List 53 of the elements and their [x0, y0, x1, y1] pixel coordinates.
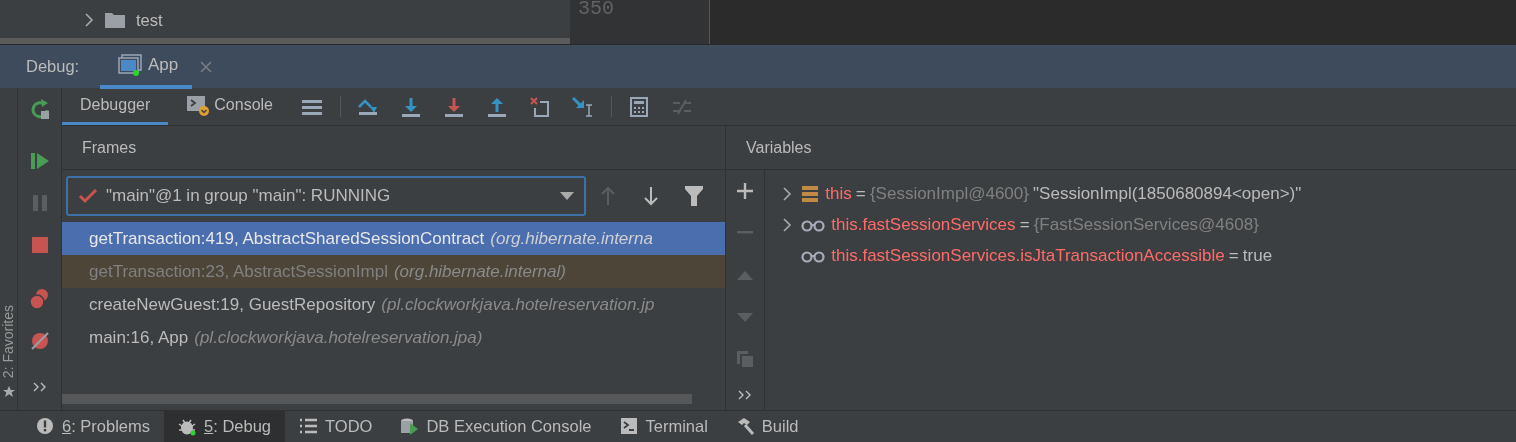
variables-title: Variables: [746, 137, 812, 158]
scrollbar[interactable]: [62, 394, 692, 404]
frame-method: createNewGuest:19, GuestRepository: [89, 293, 376, 316]
tool-window-tab[interactable]: 6: Problems: [22, 411, 165, 442]
variable-type: {FastSessionServices@4608}: [1033, 214, 1259, 236]
frame-row[interactable]: getTransaction:419, AbstractSharedSessionContract (org.hibernate.interna: [62, 222, 725, 255]
frame-package: (org.hibernate.interna: [490, 227, 653, 250]
thread-dropdown[interactable]: "main"@1 in group "main": RUNNING: [66, 176, 586, 216]
tool-window-tab[interactable]: 5: Debug: [164, 411, 286, 442]
frame-package: (pl.clockworkjava.hotelreservation.jpa): [194, 326, 483, 349]
tool-window-tab[interactable]: Terminal: [605, 411, 722, 442]
tool-window-tab[interactable]: DB Execution Console: [386, 411, 606, 442]
close-icon[interactable]: [200, 60, 213, 73]
frame-method: main:16, App: [89, 326, 189, 349]
variable-name: this: [825, 183, 852, 205]
tool-window-tab[interactable]: TODO: [285, 411, 387, 442]
check-icon: [78, 188, 98, 204]
frame-package: (org.hibernate.internal): [393, 260, 566, 283]
frame-package: (pl.clockworkjava.hotelreservation.jp: [381, 293, 655, 316]
debug-label: Debug:: [25, 56, 81, 78]
variable-value: "SessionImpl(1850680894<open>)": [1033, 183, 1302, 205]
frame-row[interactable]: main:16, App (pl.clockworkjava.hotelreservation.jpa): [62, 321, 725, 354]
window-icon: [118, 53, 142, 76]
frame-row[interactable]: createNewGuest:19, GuestRepository (pl.clockworkjava.hotelreservation.jp: [62, 288, 725, 321]
tree-item-label[interactable]: test: [136, 7, 163, 33]
variable-value: true: [1242, 245, 1273, 267]
equals-sign: =: [855, 183, 866, 205]
equals-sign: =: [1228, 245, 1239, 267]
warning-icon: [36, 416, 56, 437]
chevron-icon[interactable]: [782, 216, 793, 233]
chevron-icon[interactable]: [782, 185, 793, 202]
variable-name: this.fastSessionServices.isJtaTransactionAccessible: [831, 245, 1225, 267]
frame-method: getTransaction:23, AbstractSessionImpl: [89, 260, 388, 283]
terminal-icon: [619, 416, 640, 437]
debugger-tab[interactable]: Debugger: [62, 88, 169, 125]
variable-name: this.fastSessionServices: [831, 214, 1016, 236]
resume-icon[interactable]: [29, 151, 50, 171]
caret-icon: [560, 192, 574, 200]
chevron-icon[interactable]: [84, 12, 94, 28]
frame-method: getTransaction:419, AbstractSharedSessionContract: [89, 227, 485, 250]
console-tab[interactable]: Console: [168, 88, 291, 125]
equals-sign: =: [1019, 214, 1030, 236]
console-icon: [186, 93, 211, 117]
stop-icon[interactable]: [30, 236, 49, 254]
field-icon: [801, 184, 820, 203]
folder-icon: [104, 11, 126, 29]
star-icon[interactable]: [2, 386, 15, 398]
debug-tab[interactable]: App: [100, 44, 193, 89]
variable-type: {SessionImpl@4600}: [869, 183, 1029, 205]
favorites-label[interactable]: 2: Favorites: [0, 304, 19, 378]
tool-window-tab[interactable]: Build: [721, 411, 813, 442]
thread-label: "main"@1 in group "main": RUNNING: [106, 185, 392, 208]
frames-title: Frames: [82, 137, 137, 158]
